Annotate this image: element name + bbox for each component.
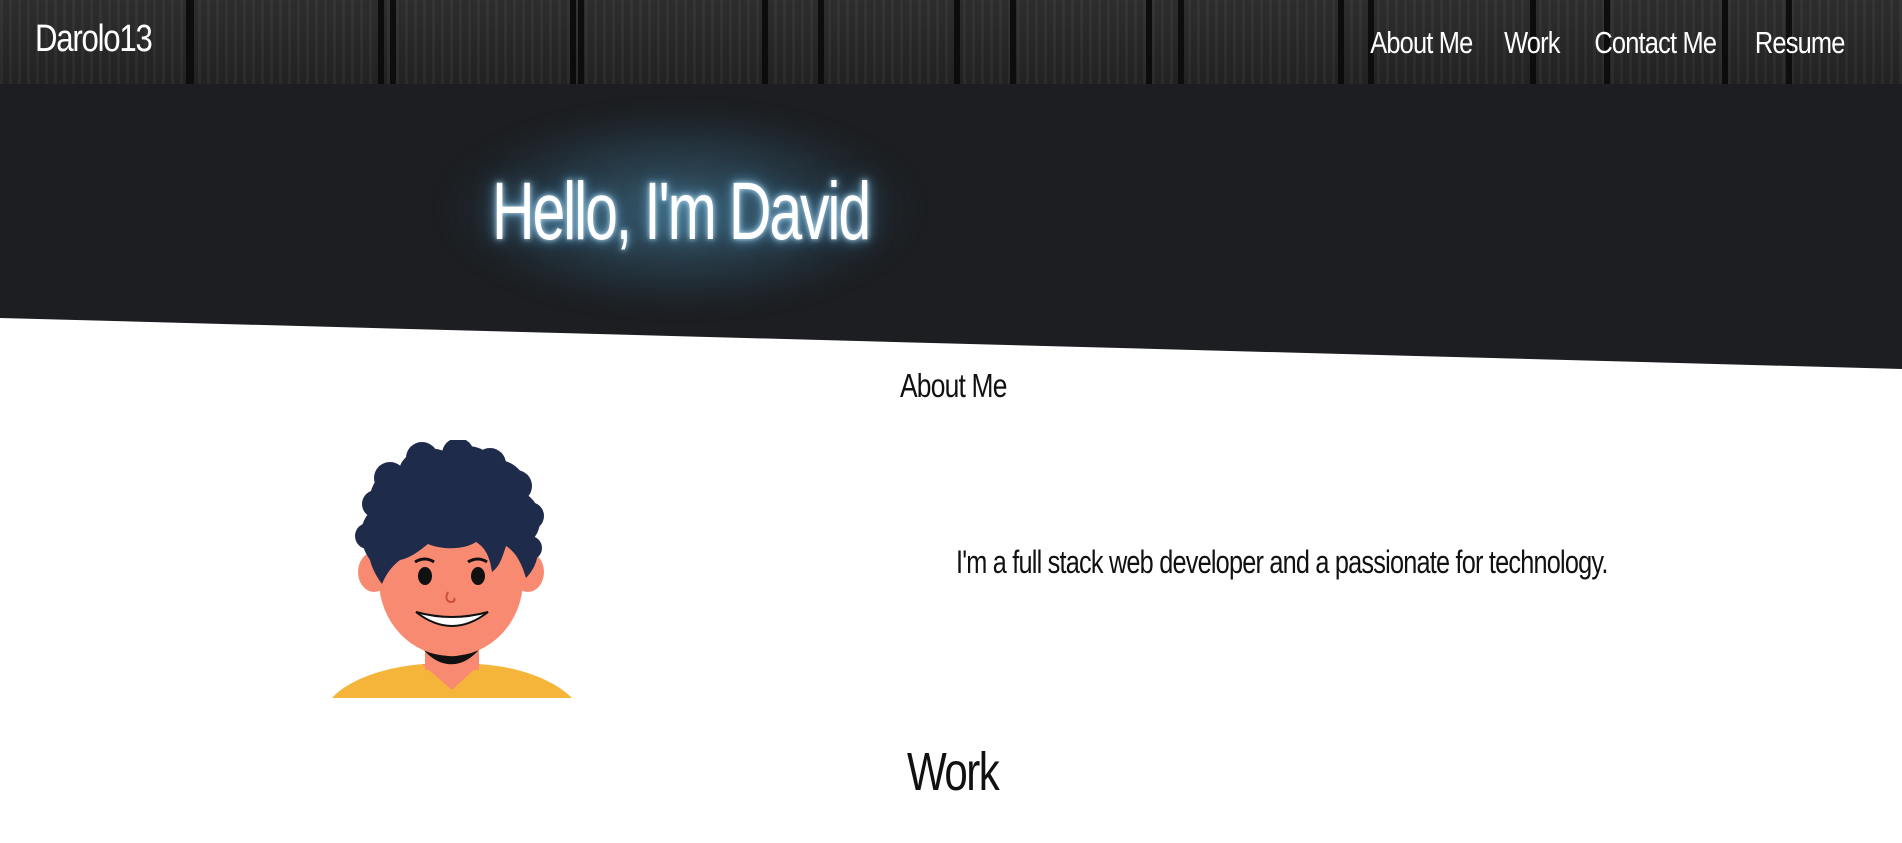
wood-plank-divider [390, 0, 396, 84]
wood-plank-divider [1010, 0, 1016, 84]
cartoon-boy-avatar-icon [330, 438, 574, 698]
about-description: I'm a full stack web developer and a pas… [956, 544, 1608, 580]
nav-link-contact-me[interactable]: Contact Me [1594, 25, 1717, 61]
nav-link-resume[interactable]: Resume [1754, 25, 1845, 61]
wood-plank-divider [578, 0, 584, 84]
hero-banner: Hello, I'm David [0, 84, 1902, 369]
hero-title: Hello, I'm David [492, 166, 871, 257]
brand-logo-link[interactable]: Darolo13 [35, 14, 153, 64]
nav-link-about-me[interactable]: About Me [1370, 25, 1473, 61]
wood-plank-divider [1178, 0, 1184, 84]
nav-link-work[interactable]: Work [1504, 25, 1560, 61]
top-navbar: Darolo13 About Me Work Contact Me Resume [0, 0, 1902, 84]
nav-links: About Me Work Contact Me Resume [1359, 20, 1854, 66]
wood-plank-divider [188, 0, 194, 84]
work-heading: Work [907, 742, 1000, 802]
wood-plank-divider [818, 0, 824, 84]
about-heading: About Me [900, 367, 1007, 404]
